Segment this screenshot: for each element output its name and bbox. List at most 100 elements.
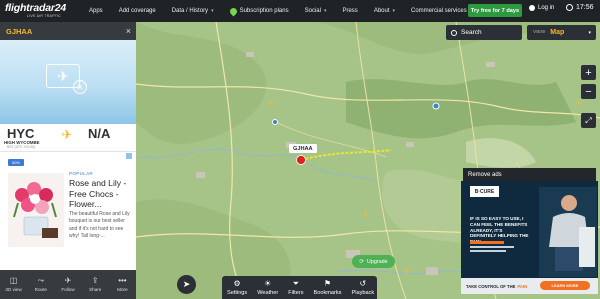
search-placeholder: Search: [461, 29, 482, 36]
ad-body: The beautiful Rose and Lily bouquet is o…: [69, 211, 130, 240]
chevron-down-icon: ▾: [211, 8, 214, 14]
map-view-selector[interactable]: VIEW Map ▾: [527, 25, 596, 40]
share-button[interactable]: ⇪ Share: [82, 270, 109, 299]
discount-badge: 50%: [8, 159, 24, 166]
close-icon[interactable]: ×: [126, 26, 131, 36]
location-pin-icon: [228, 6, 239, 16]
panel-advertisement[interactable]: 50% POPULAR Rose and Lily - Free Chocs -…: [0, 152, 136, 278]
toolbar-label: Weather: [257, 289, 279, 296]
ad-category: POPULAR: [69, 171, 94, 176]
chevron-down-icon: ▾: [392, 8, 396, 14]
aircraft-icon: ✈: [404, 267, 411, 276]
ad-choices-icon[interactable]: [126, 153, 132, 159]
playback-button[interactable]: ↺ Playback: [346, 276, 379, 299]
user-icon: [529, 5, 535, 11]
footer-label: 3D view: [5, 287, 22, 292]
nav-item-label: Data / History: [171, 8, 209, 14]
nav-item-label: Add coverage: [118, 8, 156, 14]
nav-item-label: Subscription plans: [239, 8, 289, 14]
upgrade-button[interactable]: ⟳ Upgrade: [352, 255, 395, 268]
no-photo-icon: ✕: [73, 80, 87, 94]
logo-tagline: LIVE AIR TRAFFIC: [27, 14, 61, 18]
panel-callsign: GJHAA: [6, 26, 33, 36]
upgrade-label: Upgrade: [366, 258, 388, 265]
flight-info-panel: GJHAA × ✈ ✕ HYC ✈ N/A HIGH WYCOMBE BST (…: [0, 22, 136, 299]
aircraft-icon: ✈: [362, 210, 369, 219]
ad-footer-text: TAKE CONTROL OF THE: [466, 283, 516, 289]
follow-button[interactable]: ✈ Follow: [54, 270, 81, 299]
selected-aircraft-marker: [296, 155, 306, 165]
nav-item-label: Press: [342, 8, 358, 14]
aircraft-icon: ✈: [576, 99, 583, 108]
clock-icon: [566, 4, 573, 11]
toolbar-label: Settings: [227, 289, 248, 296]
ad-fineprint: [470, 241, 520, 252]
panel-footer-actions: ◫ 3D view ⤳ Route ✈ Follow ⇪ Share ••• More: [0, 270, 136, 299]
3d-view-button[interactable]: ◫ 3D view: [0, 270, 27, 299]
footer-label: Route: [34, 287, 47, 292]
nav-item-subscription-plans[interactable]: Subscription plans: [228, 6, 289, 16]
nav-item-social[interactable]: Social ▾: [305, 8, 327, 14]
chevron-down-icon: ▾: [323, 8, 327, 14]
route-button[interactable]: ⤳ Route: [27, 270, 54, 299]
flower-bouquet-image: [8, 173, 64, 247]
more-icon: •••: [118, 276, 127, 285]
route-summary: HYC ✈ N/A HIGH WYCOMBE BST (UTC +01:00): [0, 124, 136, 152]
playback-icon: ↺: [359, 278, 367, 288]
zoom-in-button[interactable]: +: [581, 65, 596, 80]
login-button[interactable]: Log in: [529, 5, 554, 11]
settings-button[interactable]: ⚙ Settings: [222, 276, 252, 299]
clock-time: 17:56: [576, 4, 594, 11]
weather-button[interactable]: ☀ Weather: [252, 276, 283, 299]
destination-code: N/A: [88, 126, 111, 141]
footer-label: More: [117, 287, 128, 292]
footer-label: Share: [89, 287, 102, 292]
nav-item-about[interactable]: About ▾: [374, 8, 395, 14]
nav-item-label: About: [373, 8, 390, 14]
nav-item-apps[interactable]: Apps: [89, 8, 103, 14]
login-label: Log in: [538, 5, 555, 11]
learn-more-button[interactable]: LEARN MORE: [540, 281, 590, 290]
flightradar24-logo[interactable]: flightradar24 LIVE AIR TRAFFIC: [5, 0, 83, 22]
zoom-out-button[interactable]: −: [581, 84, 596, 99]
share-icon: ⇪: [91, 276, 99, 285]
nav-item-add-coverage[interactable]: Add coverage: [119, 8, 156, 14]
aircraft-icon: ✈: [268, 99, 275, 108]
ad-title[interactable]: Rose and Lily - Free Chocs - Flower...: [69, 178, 131, 210]
nav-item-press[interactable]: Press: [342, 8, 357, 14]
nav-item-label: Commercial services: [411, 8, 467, 14]
footer-label: Follow: [61, 287, 75, 292]
logo-brand-text: flightradar24: [5, 2, 66, 14]
bookmarks-button[interactable]: ⚑ Bookmarks: [309, 276, 347, 299]
route-icon: ⤳: [37, 276, 44, 285]
right-advertisement[interactable]: B·CURE IF IS SO EASY TO USE, I CAN FEEL …: [461, 181, 598, 294]
airplane-icon: ✈: [61, 127, 73, 142]
nav-item-commercial-services[interactable]: Commercial services▾: [411, 8, 472, 14]
bookmark-icon: ⚑: [323, 278, 332, 288]
origin-code: HYC: [7, 126, 35, 141]
weather-icon: ☀: [264, 278, 272, 288]
settings-icon: ⚙: [233, 278, 241, 288]
more-button[interactable]: ••• More: [109, 270, 136, 299]
nav-item-label: Apps: [89, 8, 103, 14]
search-input[interactable]: Search: [446, 25, 522, 40]
fullscreen-button[interactable]: ⤢: [581, 113, 596, 128]
filters-button[interactable]: ⏷ Filters: [283, 276, 308, 299]
ad-person-image: [539, 187, 597, 277]
follow-icon: ✈: [64, 276, 72, 285]
toolbar-label: Filters: [288, 289, 304, 296]
top-navigation-bar: flightradar24 LIVE AIR TRAFFIC Apps Add …: [0, 0, 600, 22]
toolbar-label: Playback: [351, 289, 375, 296]
nav-item-data-history[interactable]: Data / History ▾: [172, 8, 214, 14]
locate-me-button[interactable]: ➤: [177, 275, 196, 294]
fullscreen-icon: ⤢: [585, 115, 592, 125]
map-toolbar: ⚙ Settings ☀ Weather ⏷ Filters ⚑ Bookmarks ↺…: [222, 276, 377, 299]
navigation-arrow-icon: ➤: [182, 279, 191, 289]
try-free-button[interactable]: Try free for 7 days: [468, 4, 522, 17]
refresh-icon: ⟳: [359, 258, 364, 265]
ad-brand-logo: B·CURE: [470, 186, 499, 197]
ad-footer-highlight: PAIN: [517, 283, 528, 289]
flight-callsign-tag: GJHAA: [289, 144, 317, 153]
view-value: Map: [550, 29, 565, 36]
remove-ads-link[interactable]: Remove ads: [463, 168, 596, 181]
